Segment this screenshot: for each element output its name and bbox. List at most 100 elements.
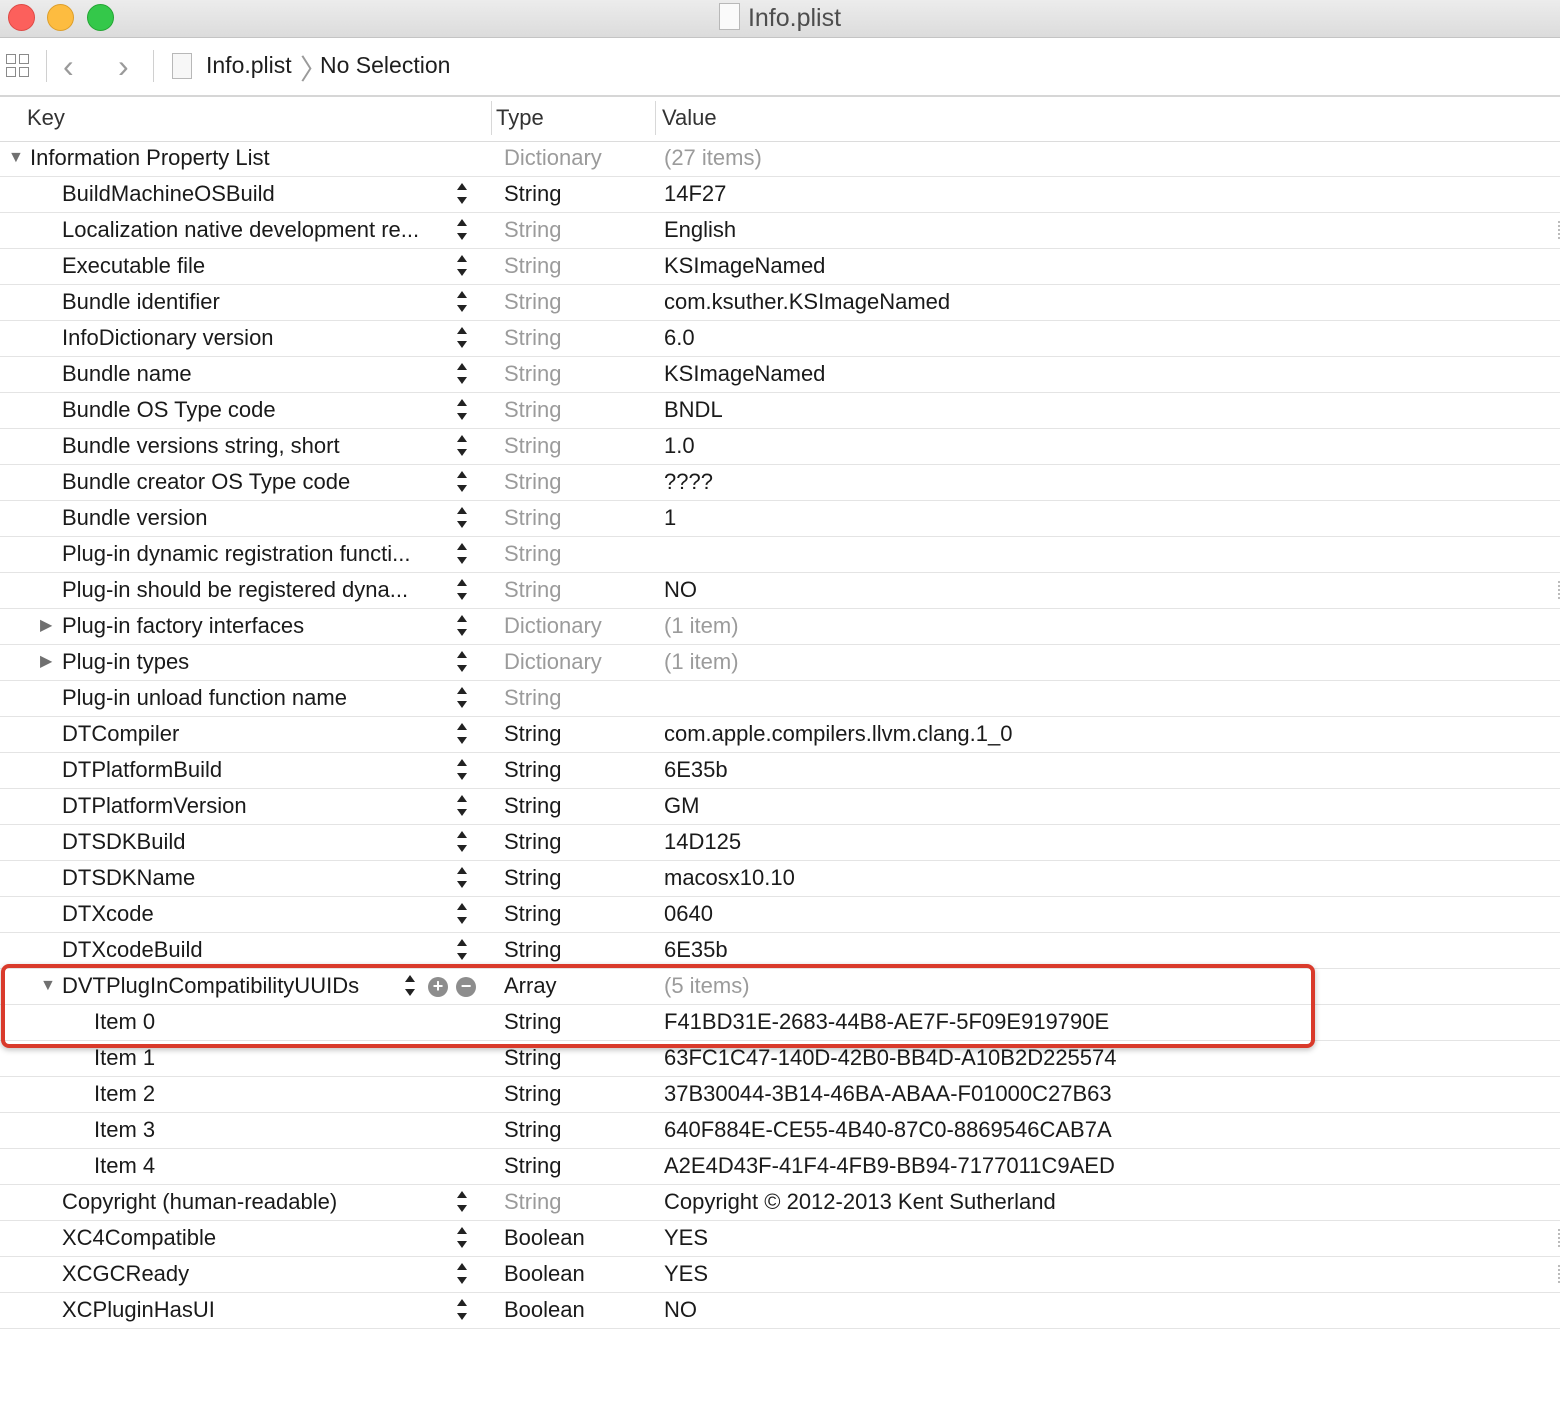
row-type[interactable]: String: [504, 681, 561, 715]
row-type[interactable]: Boolean: [504, 1221, 585, 1255]
plist-row[interactable]: DTSDKBuild String 14D125: [0, 825, 1560, 861]
row-key[interactable]: DTXcodeBuild: [62, 933, 203, 967]
row-key[interactable]: XCGCReady: [62, 1257, 189, 1291]
row-value[interactable]: com.apple.compilers.llvm.clang.1_0: [664, 717, 1013, 751]
row-value[interactable]: KSImageNamed: [664, 249, 825, 283]
row-type[interactable]: String: [504, 285, 561, 319]
row-key[interactable]: DTSDKBuild: [62, 825, 185, 859]
plist-row[interactable]: Bundle version String 1: [0, 501, 1560, 537]
plist-row[interactable]: Plug-in unload function name String: [0, 681, 1560, 717]
row-value[interactable]: 14F27: [664, 177, 726, 211]
plist-row[interactable]: Bundle name String KSImageNamed: [0, 357, 1560, 393]
row-key[interactable]: DTCompiler: [62, 717, 179, 751]
row-value[interactable]: (1 item): [664, 609, 739, 643]
plist-row[interactable]: Copyright (human-readable) String Copyrigh…: [0, 1185, 1560, 1221]
row-key[interactable]: DTSDKName: [62, 861, 195, 895]
row-key[interactable]: Item 4: [94, 1149, 155, 1183]
disclosure-triangle-collapsed-icon[interactable]: ▶: [40, 645, 52, 679]
row-type[interactable]: String: [504, 861, 561, 895]
row-key[interactable]: XCPluginHasUI: [62, 1293, 215, 1327]
plist-row[interactable]: XCPluginHasUI Boolean NO: [0, 1293, 1560, 1329]
row-key[interactable]: DTXcode: [62, 897, 154, 931]
row-value[interactable]: com.ksuther.KSImageNamed: [664, 285, 950, 319]
row-key[interactable]: Bundle creator OS Type code: [62, 465, 350, 499]
row-value[interactable]: ????: [664, 465, 713, 499]
column-header-key[interactable]: Key: [27, 97, 65, 141]
row-type[interactable]: String: [504, 825, 561, 859]
plist-row[interactable]: Item 3 String 640F884E-CE55-4B40-87C0-8869…: [0, 1113, 1560, 1149]
row-value[interactable]: macosx10.10: [664, 861, 795, 895]
row-type[interactable]: Dictionary: [504, 645, 602, 679]
plist-row[interactable]: ▶ Plug-in types Dictionary (1 item): [0, 645, 1560, 681]
row-key[interactable]: Bundle OS Type code: [62, 393, 276, 427]
key-popup-stepper-icon[interactable]: [457, 939, 469, 963]
row-type[interactable]: Boolean: [504, 1293, 585, 1327]
row-value[interactable]: 37B30044-3B14-46BA-ABAA-F01000C27B63: [664, 1077, 1112, 1111]
row-value[interactable]: A2E4D43F-41F4-4FB9-BB94-7177011C9AED: [664, 1149, 1115, 1183]
plist-row[interactable]: DTPlatformBuild String 6E35b: [0, 753, 1560, 789]
plist-row[interactable]: XCGCReady Boolean YES: [0, 1257, 1560, 1293]
row-type[interactable]: String: [504, 933, 561, 967]
row-type[interactable]: String: [504, 1077, 561, 1111]
row-type[interactable]: String: [504, 429, 561, 463]
key-popup-stepper-icon[interactable]: [457, 183, 469, 207]
key-popup-stepper-icon[interactable]: [457, 867, 469, 891]
key-popup-stepper-icon[interactable]: [457, 1227, 469, 1251]
key-popup-stepper-icon[interactable]: [457, 903, 469, 927]
key-popup-stepper-icon[interactable]: [457, 255, 469, 279]
plist-row[interactable]: Plug-in should be registered dyna... Stri…: [0, 573, 1560, 609]
key-popup-stepper-icon[interactable]: [457, 399, 469, 423]
key-popup-stepper-icon[interactable]: [457, 327, 469, 351]
plist-row[interactable]: DTPlatformVersion String GM: [0, 789, 1560, 825]
row-value[interactable]: 1.0: [664, 429, 695, 463]
plist-row[interactable]: Bundle versions string, short String 1.0: [0, 429, 1560, 465]
row-type[interactable]: String: [504, 1149, 561, 1183]
key-popup-stepper-icon[interactable]: [457, 759, 469, 783]
row-value[interactable]: 14D125: [664, 825, 741, 859]
key-popup-stepper-icon[interactable]: [457, 543, 469, 567]
chevron-right-icon[interactable]: ›: [118, 46, 129, 86]
row-key[interactable]: Plug-in unload function name: [62, 681, 347, 715]
row-type[interactable]: Boolean: [504, 1257, 585, 1291]
row-value[interactable]: (27 items): [664, 141, 762, 175]
column-header-value[interactable]: Value: [662, 97, 717, 141]
related-items-grid-icon[interactable]: [6, 54, 32, 80]
row-key[interactable]: Item 3: [94, 1113, 155, 1147]
key-popup-stepper-icon[interactable]: [457, 651, 469, 675]
plist-row[interactable]: ▼ Information Property List Dictionary (27 …: [0, 141, 1560, 177]
plist-row[interactable]: XC4Compatible Boolean YES: [0, 1221, 1560, 1257]
key-popup-stepper-icon[interactable]: [457, 831, 469, 855]
row-type[interactable]: Dictionary: [504, 141, 602, 175]
disclosure-triangle-expanded-icon[interactable]: ▼: [8, 141, 24, 175]
row-key[interactable]: Plug-in should be registered dyna...: [62, 573, 408, 607]
row-type[interactable]: String: [504, 177, 561, 211]
row-key[interactable]: InfoDictionary version: [62, 321, 274, 355]
row-type[interactable]: String: [504, 753, 561, 787]
row-type[interactable]: String: [504, 357, 561, 391]
plist-row[interactable]: Bundle OS Type code String BNDL: [0, 393, 1560, 429]
row-type[interactable]: String: [504, 1113, 561, 1147]
row-key[interactable]: Localization native development re...: [62, 213, 419, 247]
plist-row[interactable]: DTCompiler String com.apple.compilers.llvm…: [0, 717, 1560, 753]
plist-row[interactable]: ▶ Plug-in factory interfaces Dictionary (1 …: [0, 609, 1560, 645]
plist-row[interactable]: Item 2 String 37B30044-3B14-46BA-ABAA-F010…: [0, 1077, 1560, 1113]
column-divider[interactable]: [655, 101, 656, 135]
plist-row[interactable]: Bundle creator OS Type code String????: [0, 465, 1560, 501]
key-popup-stepper-icon[interactable]: [457, 219, 469, 243]
row-value[interactable]: English: [664, 213, 736, 247]
key-popup-stepper-icon[interactable]: [457, 687, 469, 711]
chevron-left-icon[interactable]: ‹: [63, 46, 74, 86]
key-popup-stepper-icon[interactable]: [457, 363, 469, 387]
column-header-type[interactable]: Type: [496, 97, 544, 141]
row-type[interactable]: String: [504, 465, 561, 499]
row-type[interactable]: String: [504, 249, 561, 283]
row-type[interactable]: String: [504, 789, 561, 823]
row-value[interactable]: KSImageNamed: [664, 357, 825, 391]
row-key[interactable]: BuildMachineOSBuild: [62, 177, 275, 211]
row-type[interactable]: String: [504, 501, 561, 535]
row-value[interactable]: GM: [664, 789, 699, 823]
breadcrumb-file[interactable]: Info.plist: [206, 52, 292, 79]
row-type[interactable]: String: [504, 537, 561, 571]
key-popup-stepper-icon[interactable]: [457, 615, 469, 639]
row-key[interactable]: Item 2: [94, 1077, 155, 1111]
